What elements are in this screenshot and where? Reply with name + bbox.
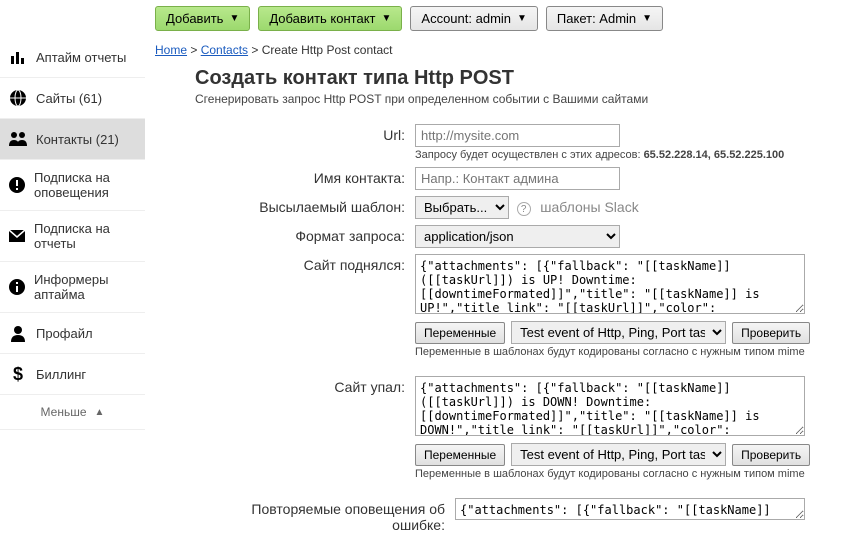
- slack-templates-link[interactable]: шаблоны Slack: [540, 199, 638, 215]
- chevron-down-icon: ▼: [517, 13, 527, 24]
- sidebar-item-report-subscription[interactable]: Подписка на отчеты: [0, 211, 145, 262]
- globe-icon: [8, 88, 28, 108]
- sidebar-item-contacts[interactable]: Контакты (21): [0, 119, 145, 160]
- repeat-label: Повторяемые оповещения об ошибке:: [195, 498, 455, 533]
- profile-icon: [8, 323, 28, 343]
- chevron-up-icon: ▲: [95, 407, 105, 418]
- check-button[interactable]: Проверить: [732, 322, 810, 344]
- encode-hint: Переменные в шаблонах будут кодированы с…: [415, 468, 848, 480]
- vars-button[interactable]: Переменные: [415, 322, 505, 344]
- sidebar-item-billing[interactable]: $ Биллинг: [0, 354, 145, 395]
- template-select[interactable]: Выбрать...: [415, 196, 509, 219]
- sidebar-item-label: Информеры аптайма: [34, 272, 137, 302]
- breadcrumb-current: Create Http Post contact: [262, 43, 393, 57]
- chevron-down-icon: ▼: [642, 13, 652, 24]
- site-down-textarea[interactable]: [415, 376, 805, 436]
- url-hint: Запросу будет осуществлен с этих адресов…: [415, 149, 848, 161]
- account-menu[interactable]: Account: admin▼: [410, 6, 538, 31]
- name-label: Имя контакта:: [195, 167, 415, 190]
- url-label: Url:: [195, 124, 415, 161]
- vars-button[interactable]: Переменные: [415, 444, 505, 466]
- sidebar-item-label: Сайты (61): [36, 91, 102, 106]
- info-icon: [8, 277, 26, 297]
- contact-name-input[interactable]: [415, 167, 620, 190]
- package-menu[interactable]: Пакет: Admin▼: [546, 6, 663, 31]
- sidebar-item-uptime-reports[interactable]: Аптайм отчеты: [0, 37, 145, 78]
- encode-hint: Переменные в шаблонах будут кодированы с…: [415, 346, 848, 358]
- envelope-icon: [8, 226, 26, 246]
- bar-chart-icon: [8, 47, 28, 67]
- sidebar-item-label: Профайл: [36, 326, 93, 341]
- page-subtitle: Сгенерировать запрос Http POST при опред…: [195, 92, 848, 106]
- svg-text:$: $: [13, 364, 23, 384]
- alert-icon: [8, 175, 26, 195]
- sidebar: Аптайм отчеты Сайты (61) Контакты (21) П…: [0, 37, 145, 545]
- breadcrumb-contacts[interactable]: Contacts: [201, 43, 248, 57]
- site-up-label: Сайт поднялся:: [195, 254, 415, 358]
- sidebar-item-sites[interactable]: Сайты (61): [0, 78, 145, 119]
- add-button[interactable]: Добавить▼: [155, 6, 250, 31]
- chevron-down-icon: ▼: [229, 13, 239, 24]
- test-event-select[interactable]: Test event of Http, Ping, Port task: [511, 443, 726, 466]
- sidebar-item-label: Подписка на отчеты: [34, 221, 137, 251]
- help-icon[interactable]: ?: [517, 202, 531, 216]
- dollar-icon: $: [8, 364, 28, 384]
- site-down-label: Сайт упал:: [195, 376, 415, 480]
- sidebar-item-label: Подписка на оповещения: [34, 170, 137, 200]
- sidebar-less-toggle[interactable]: Меньше ▲: [0, 395, 145, 430]
- sidebar-item-alert-subscription[interactable]: Подписка на оповещения: [0, 160, 145, 211]
- sidebar-item-label: Биллинг: [36, 367, 86, 382]
- sidebar-item-uptime-informers[interactable]: Информеры аптайма: [0, 262, 145, 313]
- chevron-down-icon: ▼: [382, 13, 392, 24]
- sidebar-item-profile[interactable]: Профайл: [0, 313, 145, 354]
- url-input[interactable]: [415, 124, 620, 147]
- breadcrumb-home[interactable]: Home: [155, 43, 187, 57]
- repeat-textarea[interactable]: [455, 498, 805, 520]
- sidebar-item-label: Контакты (21): [36, 132, 119, 147]
- format-label: Формат запроса:: [195, 225, 415, 248]
- page-title: Создать контакт типа Http POST: [195, 67, 848, 90]
- test-event-select[interactable]: Test event of Http, Ping, Port task: [511, 321, 726, 344]
- top-toolbar: Добавить▼ Добавить контакт▼ Account: adm…: [0, 0, 858, 37]
- check-button[interactable]: Проверить: [732, 444, 810, 466]
- users-icon: [8, 129, 28, 149]
- site-up-textarea[interactable]: [415, 254, 805, 314]
- format-select[interactable]: application/json: [415, 225, 620, 248]
- breadcrumb: Home > Contacts > Create Http Post conta…: [155, 43, 848, 57]
- add-contact-button[interactable]: Добавить контакт▼: [258, 6, 402, 31]
- template-label: Высылаемый шаблон:: [195, 196, 415, 219]
- sidebar-item-label: Аптайм отчеты: [36, 50, 126, 65]
